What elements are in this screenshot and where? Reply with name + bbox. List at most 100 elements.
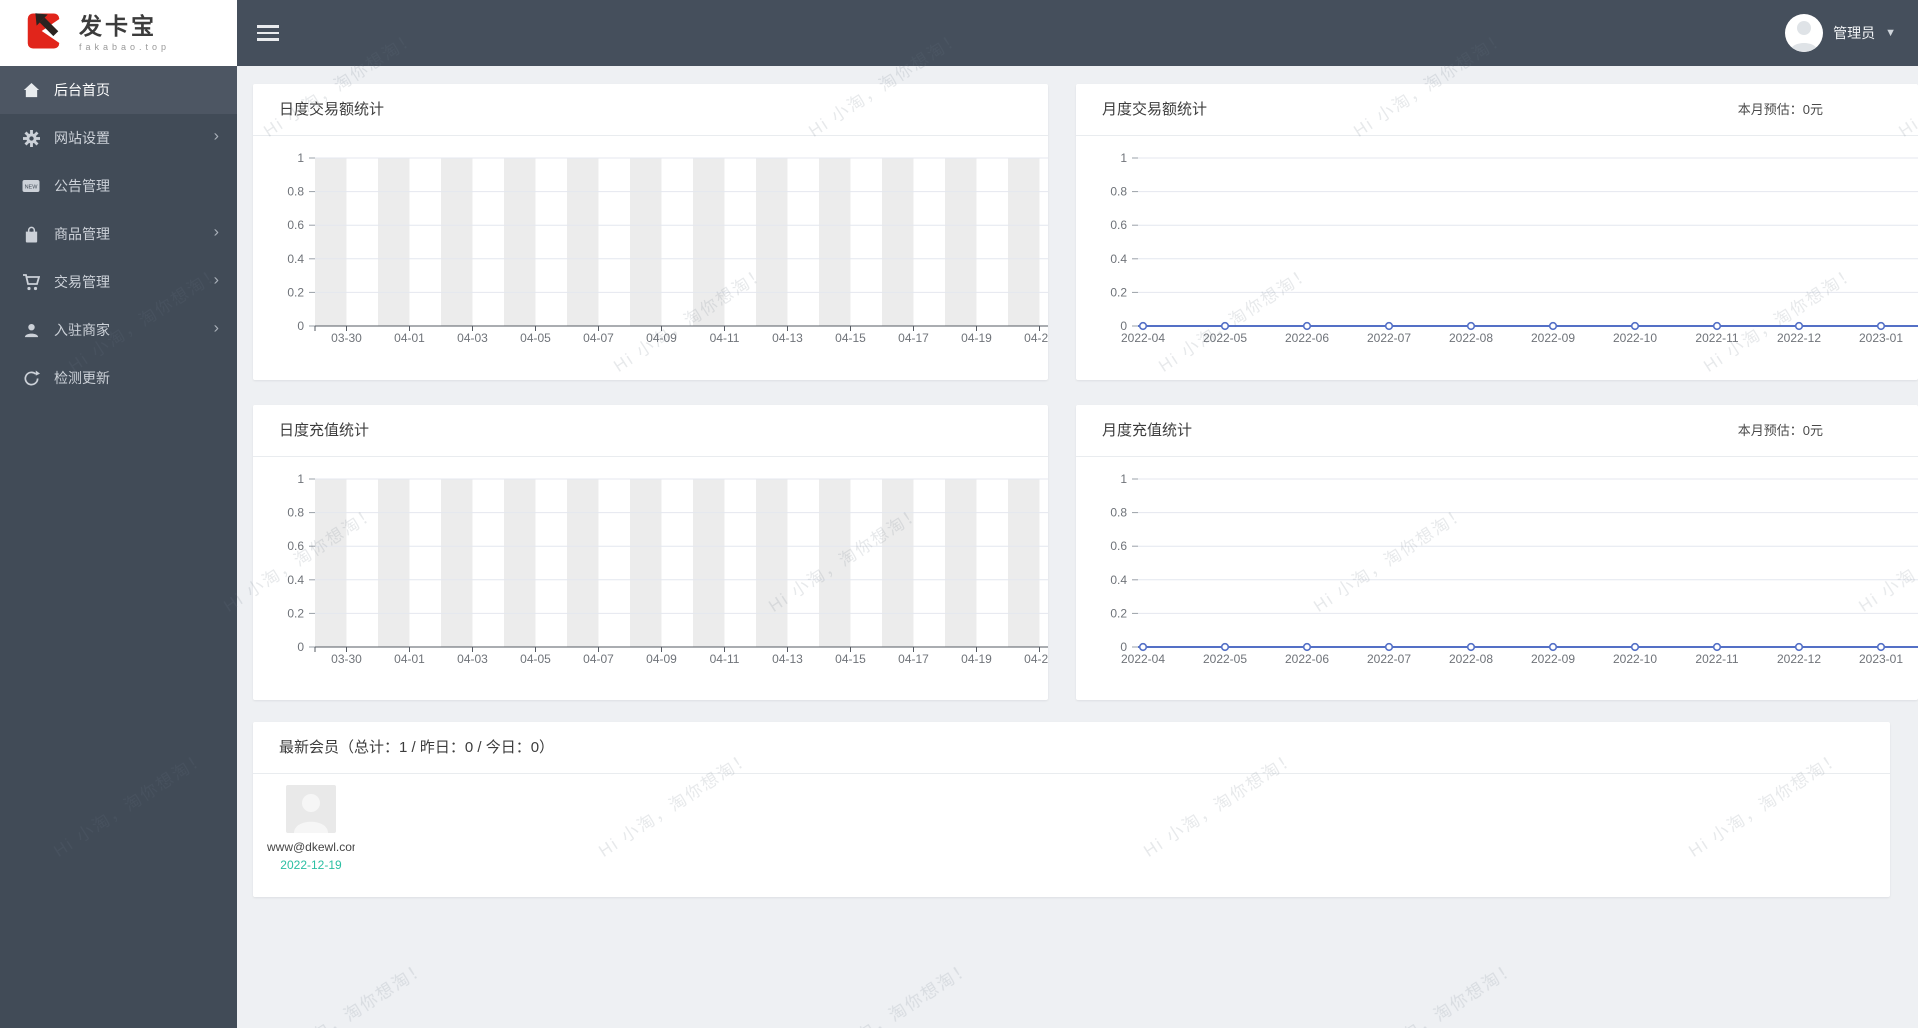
svg-text:2022-12: 2022-12 — [1777, 652, 1821, 666]
svg-text:0: 0 — [297, 640, 304, 654]
sidebar-item-label: 公告管理 — [54, 178, 110, 194]
svg-text:2022-10: 2022-10 — [1613, 652, 1657, 666]
svg-text:0.2: 0.2 — [287, 606, 304, 620]
chart-title: 日度充值统计 — [279, 422, 370, 439]
user-icon — [22, 321, 40, 339]
shopping-bag-icon — [22, 225, 40, 243]
sidebar-item-label: 检测更新 — [54, 370, 110, 386]
member-avatar — [286, 785, 336, 833]
charts-row-1: 日度交易额统计 0 0.2 0.4 0.6 0.8 1 03-30 04-01 04-03 04-… — [253, 84, 1918, 380]
home-icon — [22, 81, 40, 99]
svg-text:2022-11: 2022-11 — [1695, 652, 1738, 666]
svg-text:0.8: 0.8 — [287, 506, 304, 520]
user-menu[interactable]: 管理员 ▼ — [1785, 0, 1896, 66]
sidebar-item-label: 商品管理 — [54, 226, 110, 242]
sidebar-item-site-settings[interactable]: 网站设置 › — [0, 114, 237, 162]
svg-text:03-30: 03-30 — [331, 331, 362, 345]
chevron-right-icon: › — [213, 223, 219, 241]
charts-row-2: 日度充值统计 0 0.2 0.4 0.6 0.8 1 03-30 04-01 04-03 04-0… — [253, 405, 1918, 700]
svg-text:2022-05: 2022-05 — [1203, 652, 1247, 666]
svg-text:2022-05: 2022-05 — [1203, 331, 1247, 345]
month-estimate-label: 本月预估：0元 — [1737, 102, 1823, 117]
logo[interactable]: 发卡宝 fakabao.top — [0, 0, 237, 66]
svg-text:04-07: 04-07 — [583, 331, 614, 345]
svg-text:04-11: 04-11 — [710, 652, 740, 666]
svg-text:1: 1 — [1120, 472, 1127, 486]
sidebar-item-merchants[interactable]: 入驻商家 › — [0, 306, 237, 354]
svg-text:04-09: 04-09 — [646, 652, 677, 666]
svg-text:1: 1 — [297, 151, 304, 165]
card-header: 月度充值统计 本月预估：0元 — [1076, 405, 1918, 457]
svg-text:04-13: 04-13 — [772, 652, 803, 666]
card-header: 日度交易额统计 — [253, 84, 1048, 136]
svg-text:2022-07: 2022-07 — [1367, 652, 1411, 666]
svg-text:04-03: 04-03 — [457, 331, 488, 345]
sidebar-item-dashboard[interactable]: 后台首页 — [0, 66, 237, 114]
svg-text:04-17: 04-17 — [898, 652, 929, 666]
sidebar-item-transactions[interactable]: 交易管理 › — [0, 258, 237, 306]
svg-text:04-17: 04-17 — [898, 331, 929, 345]
svg-text:04-15: 04-15 — [835, 652, 866, 666]
sidebar-item-products[interactable]: 商品管理 › — [0, 210, 237, 258]
chart-title: 日度交易额统计 — [279, 101, 385, 118]
svg-text:2023-01: 2023-01 — [1859, 331, 1903, 345]
svg-text:0.6: 0.6 — [287, 218, 304, 232]
svg-text:04-07: 04-07 — [583, 652, 614, 666]
latest-members-card: 最新会员（总计：1 / 昨日：0 / 今日：0） www@dkewl.com 2… — [253, 722, 1890, 897]
svg-text:0.6: 0.6 — [287, 539, 304, 553]
svg-text:2022-11: 2022-11 — [1695, 331, 1738, 345]
chevron-down-icon: ▼ — [1885, 27, 1896, 39]
sidebar-menu: 后台首页 网站设置 › NEW 公告管理 商品管理 › 交易管理 › 入驻商家 … — [0, 66, 237, 402]
new-badge-icon: NEW — [22, 177, 40, 195]
svg-text:0.4: 0.4 — [1110, 573, 1127, 587]
svg-text:1: 1 — [297, 472, 304, 486]
monthly-trade-card: 月度交易额统计 本月预估：0元 0 0.2 0.4 0.6 0.8 1 2022-04 202… — [1076, 84, 1918, 380]
svg-text:04-19: 04-19 — [961, 652, 992, 666]
logo-domain: fakabao.top — [79, 41, 171, 52]
chevron-right-icon: › — [213, 271, 219, 289]
member-email: www@dkewl.com — [267, 840, 355, 854]
card-header: 月度交易额统计 本月预估：0元 — [1076, 84, 1918, 136]
svg-text:1: 1 — [1120, 151, 1127, 165]
svg-text:2022-10: 2022-10 — [1613, 331, 1657, 345]
svg-text:04-09: 04-09 — [646, 331, 677, 345]
card-header: 日度充值统计 — [253, 405, 1048, 457]
sidebar-item-announcements[interactable]: NEW 公告管理 — [0, 162, 237, 210]
svg-text:04-03: 04-03 — [457, 652, 488, 666]
svg-text:04-05: 04-05 — [520, 652, 551, 666]
svg-text:2022-08: 2022-08 — [1449, 652, 1493, 666]
sidebar-item-label: 网站设置 — [54, 130, 110, 146]
svg-text:04-13: 04-13 — [772, 331, 803, 345]
svg-text:2023-01: 2023-01 — [1859, 652, 1903, 666]
svg-text:04-01: 04-01 — [394, 652, 425, 666]
sidebar-item-check-update[interactable]: 检测更新 — [0, 354, 237, 402]
svg-text:0.4: 0.4 — [287, 252, 304, 266]
svg-text:04-19: 04-19 — [961, 331, 992, 345]
latest-members-title: 最新会员（总计：1 / 昨日：0 / 今日：0） — [279, 739, 555, 756]
svg-text:0.2: 0.2 — [287, 285, 304, 299]
member-register-date: 2022-12-19 — [280, 858, 342, 872]
svg-text:04-11: 04-11 — [710, 331, 740, 345]
user-name: 管理员 — [1833, 25, 1876, 41]
svg-text:0.6: 0.6 — [1110, 539, 1127, 553]
sidebar-item-label: 后台首页 — [54, 82, 110, 98]
sidebar-toggle-button[interactable] — [257, 22, 281, 44]
svg-text:2022-04: 2022-04 — [1121, 331, 1165, 345]
svg-text:04-05: 04-05 — [520, 331, 551, 345]
svg-text:2022-08: 2022-08 — [1449, 331, 1493, 345]
svg-text:0.6: 0.6 — [1110, 218, 1127, 232]
logo-icon — [26, 10, 68, 57]
month-estimate-label: 本月预估：0元 — [1737, 423, 1823, 438]
sidebar-item-label: 入驻商家 — [54, 322, 110, 338]
member-item[interactable]: www@dkewl.com 2022-12-19 — [267, 785, 355, 872]
svg-text:0.2: 0.2 — [1110, 285, 1127, 299]
svg-text:0.4: 0.4 — [1110, 252, 1127, 266]
svg-text:2022-09: 2022-09 — [1531, 331, 1575, 345]
top-navbar: 管理员 ▼ — [237, 0, 1918, 66]
daily-recharge-chart: 0 0.2 0.4 0.6 0.8 1 03-30 04-01 04-03 04-05 04-07 0… — [287, 472, 1048, 666]
svg-text:0.8: 0.8 — [287, 185, 304, 199]
chart-title: 月度交易额统计 — [1102, 101, 1208, 118]
svg-text:0.2: 0.2 — [1110, 606, 1127, 620]
svg-text:0.8: 0.8 — [1110, 506, 1127, 520]
svg-text:04-01: 04-01 — [394, 331, 425, 345]
